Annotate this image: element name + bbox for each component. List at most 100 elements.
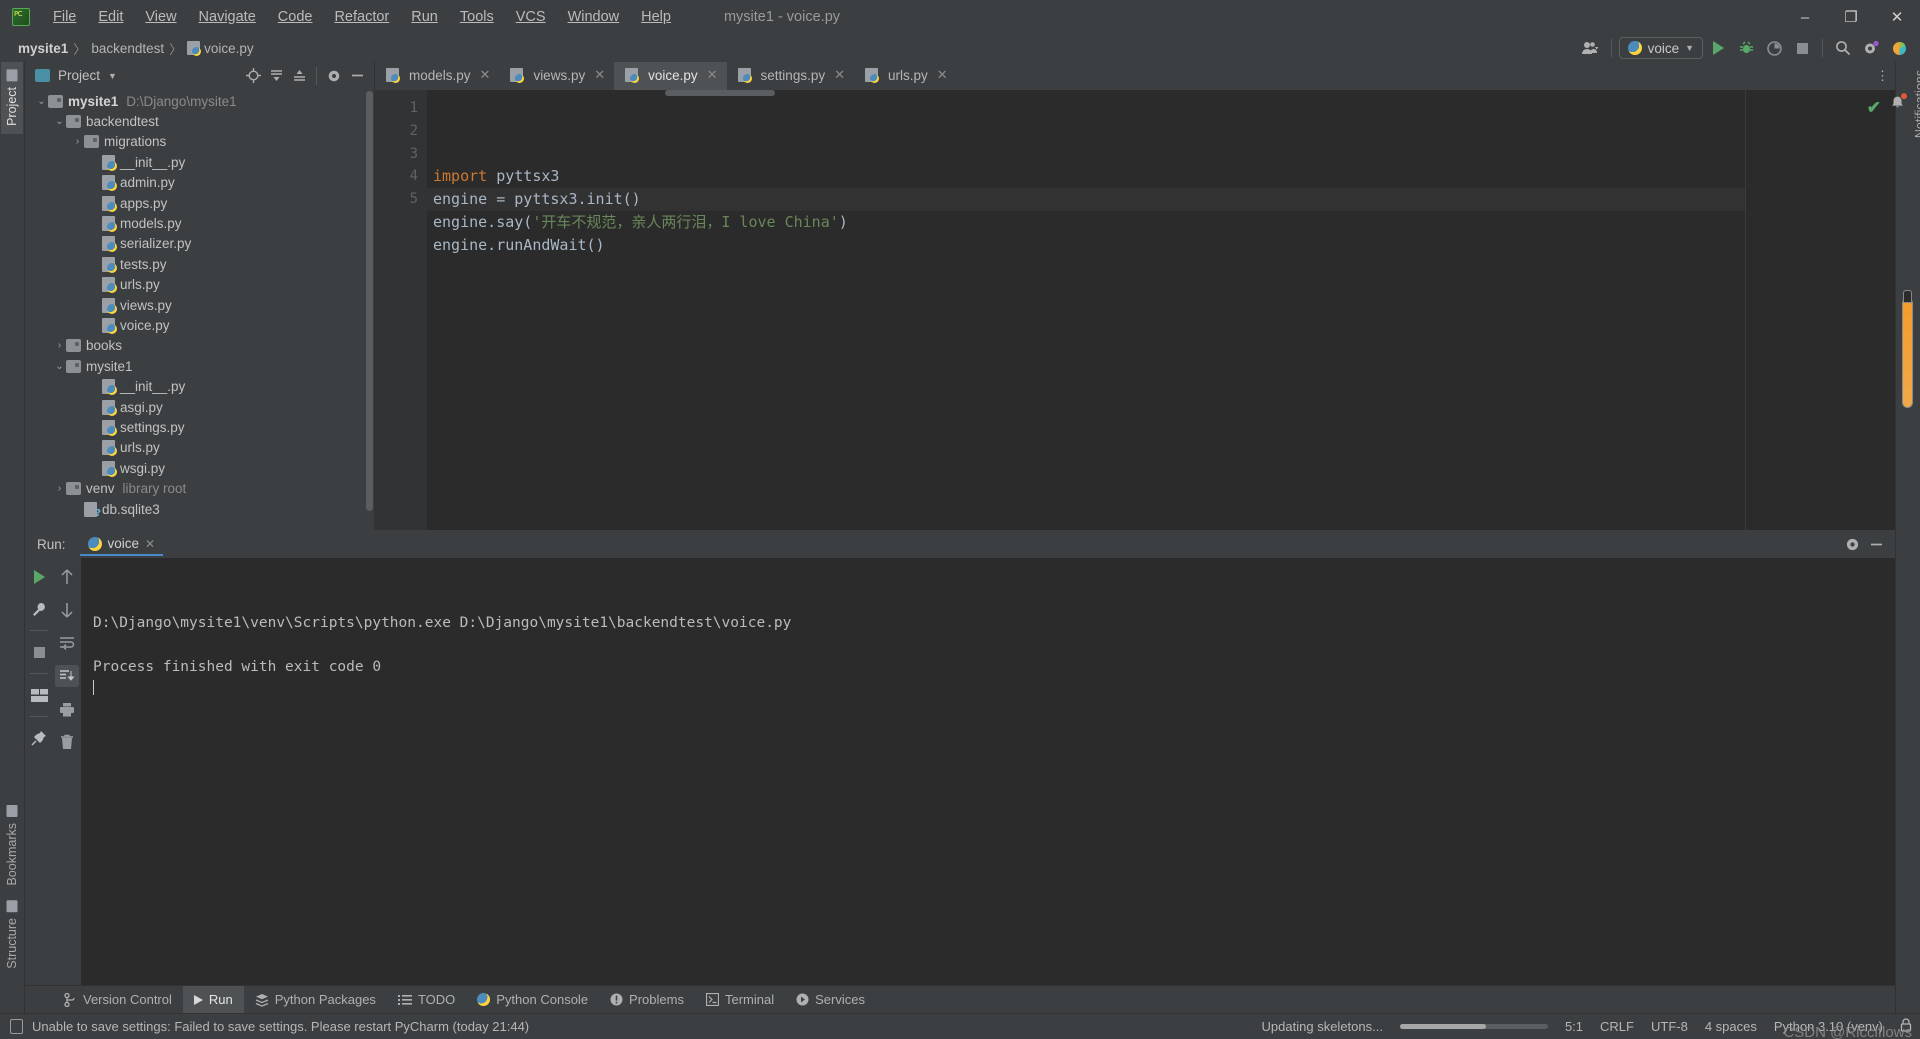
tree-node[interactable]: urls.py xyxy=(25,438,374,458)
run-with-coverage-button[interactable] xyxy=(1761,36,1787,60)
menu-item-window[interactable]: Window xyxy=(557,5,631,29)
tree-node[interactable]: __init__.py xyxy=(25,376,374,396)
tree-expander-icon[interactable]: › xyxy=(71,136,84,147)
indent-setting[interactable]: 4 spaces xyxy=(1705,1019,1757,1034)
restore-layout-icon[interactable] xyxy=(27,684,51,706)
tree-node[interactable]: serializer.py xyxy=(25,234,374,254)
maximize-button[interactable]: ❐ xyxy=(1828,0,1874,34)
editor-tab-views[interactable]: views.py ✕ xyxy=(499,62,614,90)
menu-item-tools[interactable]: Tools xyxy=(449,5,505,29)
breadcrumb-item-file[interactable]: voice.py xyxy=(183,40,258,57)
bottom-tab-run[interactable]: Run xyxy=(183,986,244,1013)
tree-expander-icon[interactable]: ⌄ xyxy=(35,96,48,107)
ide-updates-icon[interactable] xyxy=(1886,36,1912,60)
editor-tab-voice[interactable]: voice.py ✕ xyxy=(614,62,726,90)
tree-node[interactable]: ⌄mysite1 xyxy=(25,356,374,376)
breadcrumb-item-folder[interactable]: backendtest xyxy=(87,40,168,57)
lock-icon[interactable] xyxy=(1900,1018,1912,1035)
stop-button[interactable] xyxy=(1789,36,1815,60)
run-tab-voice[interactable]: voice ✕ xyxy=(80,532,164,556)
hide-icon[interactable] xyxy=(1865,533,1887,555)
menu-item-view[interactable]: View xyxy=(134,5,187,29)
tree-node[interactable]: ⌄mysite1D:\Django\mysite1 xyxy=(25,91,374,111)
tree-node[interactable]: apps.py xyxy=(25,193,374,213)
rerun-icon[interactable] xyxy=(27,566,51,588)
tree-expander-icon[interactable]: ⌄ xyxy=(53,116,66,127)
minimize-button[interactable]: – xyxy=(1782,0,1828,34)
menu-item-help[interactable]: Help xyxy=(630,5,682,29)
close-icon[interactable]: ✕ xyxy=(937,67,948,83)
bottom-tab-terminal[interactable]: Terminal xyxy=(695,986,785,1013)
tree-node[interactable]: ›venvlibrary root xyxy=(25,478,374,498)
file-encoding[interactable]: UTF-8 xyxy=(1651,1019,1688,1034)
chevron-down-icon[interactable]: ▼ xyxy=(108,71,117,81)
bottom-tab-problems[interactable]: Problems xyxy=(599,986,695,1013)
close-icon[interactable]: ✕ xyxy=(145,537,155,551)
tree-node[interactable]: models.py xyxy=(25,213,374,233)
run-configuration-selector[interactable]: voice ▼ xyxy=(1619,37,1703,59)
stop-icon[interactable] xyxy=(27,641,51,663)
editor-code-text[interactable]: import pyttsx3engine = pyttsx3.init()eng… xyxy=(427,90,1745,530)
tree-node[interactable]: ⌄backendtest xyxy=(25,111,374,131)
up-stack-trace-icon[interactable] xyxy=(55,566,79,588)
tree-node[interactable]: admin.py xyxy=(25,173,374,193)
run-console-output[interactable]: D:\Django\mysite1\venv\Scripts\python.ex… xyxy=(81,558,1895,985)
tree-expander-icon[interactable]: › xyxy=(53,483,66,494)
sidebar-item-bookmarks[interactable]: Bookmarks xyxy=(1,798,23,894)
line-separator[interactable]: CRLF xyxy=(1600,1019,1634,1034)
tree-node[interactable]: __init__.py xyxy=(25,152,374,172)
debug-button[interactable] xyxy=(1733,36,1759,60)
notifications-scrollbar[interactable] xyxy=(1902,298,1913,408)
locate-icon[interactable] xyxy=(242,65,264,87)
close-button[interactable]: ✕ xyxy=(1874,0,1920,34)
tree-expander-icon[interactable]: ⌄ xyxy=(53,361,66,372)
close-icon[interactable]: ✕ xyxy=(707,67,718,83)
bottom-tab-services[interactable]: Services xyxy=(785,986,876,1013)
tree-node[interactable]: tests.py xyxy=(25,254,374,274)
tree-node[interactable]: wsgi.py xyxy=(25,458,374,478)
menu-item-navigate[interactable]: Navigate xyxy=(188,5,267,29)
settings-gear-icon[interactable] xyxy=(1858,36,1884,60)
tree-node[interactable]: ›books xyxy=(25,336,374,356)
bottom-tab-todo[interactable]: TODO xyxy=(387,986,466,1013)
menu-item-code[interactable]: Code xyxy=(267,5,324,29)
clear-all-icon[interactable] xyxy=(55,731,79,753)
print-icon[interactable] xyxy=(55,698,79,720)
menu-item-vcs[interactable]: VCS xyxy=(505,5,557,29)
breadcrumb-item-project[interactable]: mysite1 xyxy=(14,40,72,57)
sidebar-item-structure[interactable]: Structure xyxy=(1,893,23,977)
bottom-tab-python-console[interactable]: Python Console xyxy=(466,986,599,1013)
tree-node[interactable]: urls.py xyxy=(25,275,374,295)
sidebar-item-project[interactable]: Project xyxy=(1,62,23,134)
user-account-icon[interactable] xyxy=(1578,36,1604,60)
tree-node[interactable]: voice.py xyxy=(25,315,374,335)
collapse-all-icon[interactable] xyxy=(288,65,310,87)
tree-node[interactable]: settings.py xyxy=(25,417,374,437)
caret-position[interactable]: 5:1 xyxy=(1565,1019,1583,1034)
pin-tab-icon[interactable] xyxy=(27,727,51,749)
menu-item-run[interactable]: Run xyxy=(400,5,449,29)
run-button[interactable] xyxy=(1705,36,1731,60)
hide-icon[interactable] xyxy=(346,65,368,87)
tree-node[interactable]: views.py xyxy=(25,295,374,315)
modify-run-configuration-icon[interactable] xyxy=(27,598,51,620)
editor-tab-settings[interactable]: settings.py ✕ xyxy=(727,62,854,90)
scroll-to-end-icon[interactable] xyxy=(55,665,79,687)
tree-node[interactable]: db.sqlite3 xyxy=(25,499,374,519)
close-icon[interactable]: ✕ xyxy=(834,67,845,83)
menu-item-refactor[interactable]: Refactor xyxy=(323,5,400,29)
menu-item-edit[interactable]: Edit xyxy=(87,5,134,29)
python-interpreter[interactable]: Python 3.10 (venv) xyxy=(1774,1019,1883,1034)
soft-wrap-icon[interactable] xyxy=(55,632,79,654)
expand-all-icon[interactable] xyxy=(265,65,287,87)
editor-tab-models[interactable]: models.py ✕ xyxy=(375,62,499,90)
project-tree[interactable]: ⌄mysite1D:\Django\mysite1⌄backendtest›mi… xyxy=(25,89,374,530)
status-message-area[interactable]: Unable to save settings: Failed to save … xyxy=(10,1019,529,1034)
tree-node[interactable]: asgi.py xyxy=(25,397,374,417)
settings-icon[interactable] xyxy=(1841,533,1863,555)
tree-node[interactable]: ›migrations xyxy=(25,132,374,152)
bottom-tab-version-control[interactable]: Version Control xyxy=(53,986,183,1013)
tree-expander-icon[interactable]: › xyxy=(53,340,66,351)
bottom-tab-python-packages[interactable]: Python Packages xyxy=(244,986,387,1013)
menu-item-file[interactable]: File xyxy=(42,5,87,29)
